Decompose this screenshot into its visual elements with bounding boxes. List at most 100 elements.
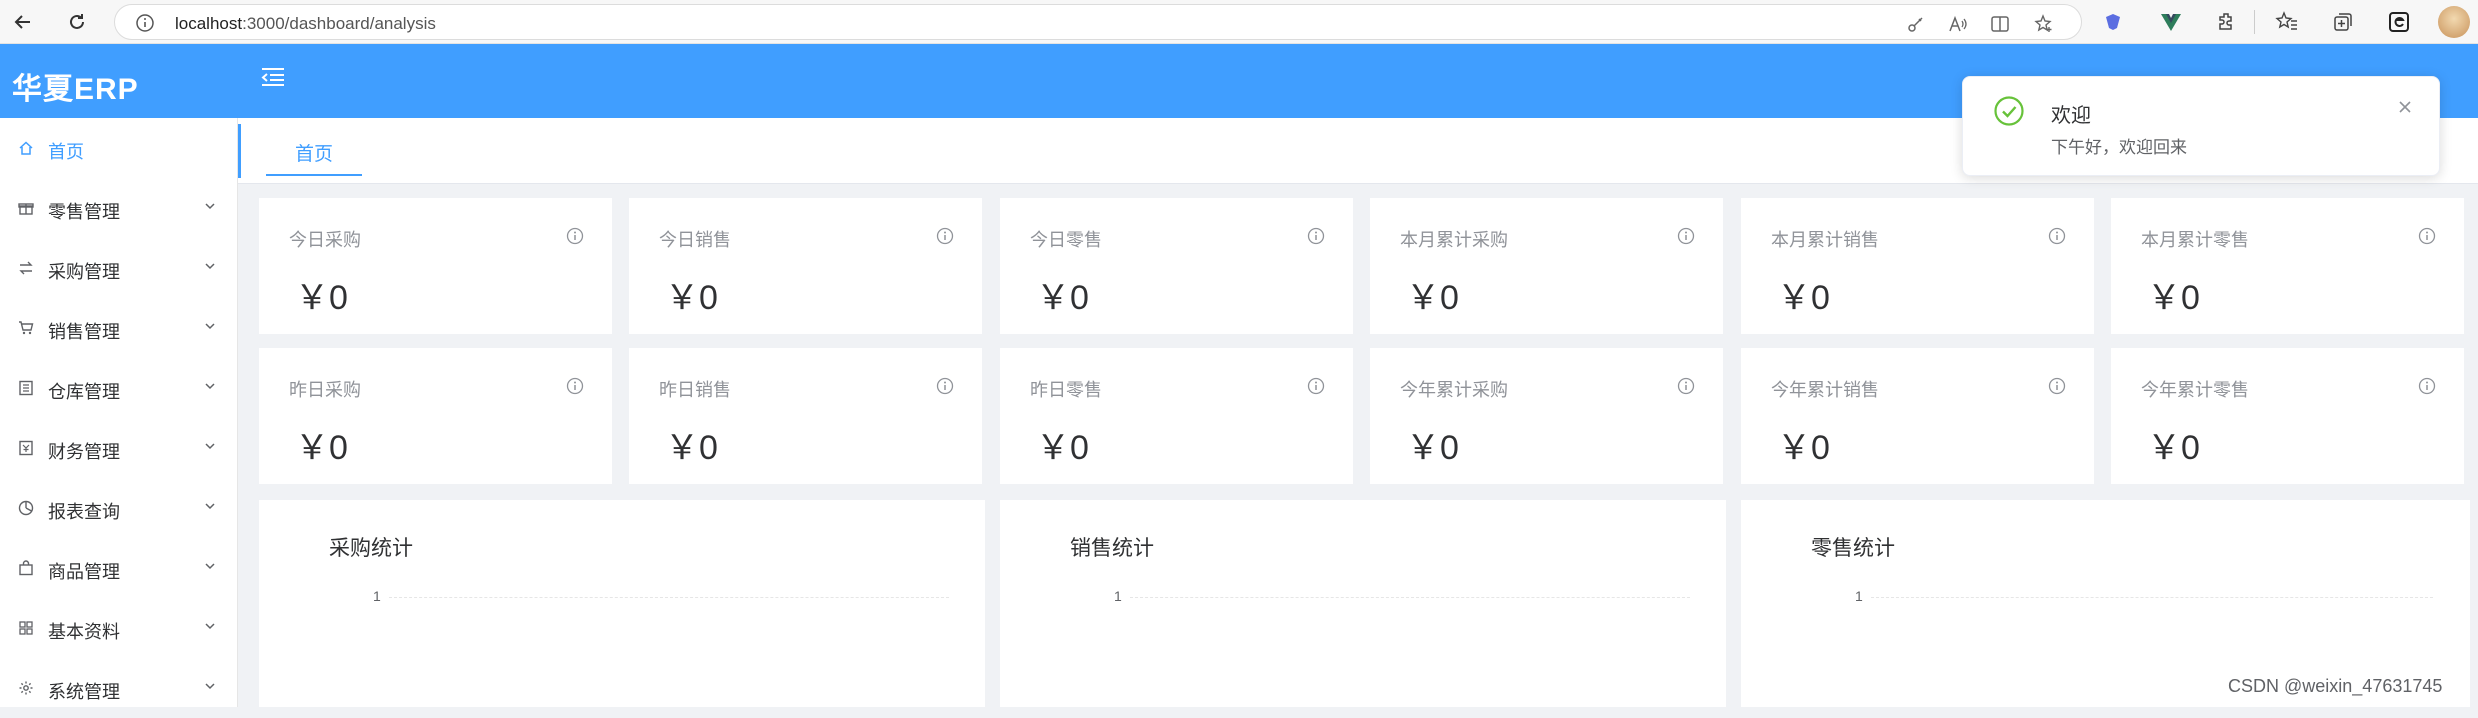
browser-toolbar: localhost:3000/dashboard/analysis <box>0 0 2478 44</box>
sidebar-item-purchase[interactable]: 采购管理 <box>0 238 238 298</box>
swap-icon <box>18 260 34 276</box>
reload-icon[interactable] <box>62 7 92 37</box>
favorites-icon[interactable] <box>2274 9 2300 35</box>
read-aloud-icon[interactable] <box>1947 13 1969 35</box>
edge-bar-icon[interactable] <box>2386 9 2412 35</box>
vue-devtools-icon[interactable] <box>2158 9 2184 35</box>
stat-title: 今日采购 <box>289 230 361 250</box>
grid-icon <box>18 620 34 636</box>
sidebar-item-basic-data[interactable]: 基本资料 <box>0 598 238 658</box>
sidebar-item-home[interactable]: 首页 <box>0 118 238 178</box>
menu-collapse-icon[interactable] <box>260 66 286 88</box>
info-icon[interactable] <box>2418 227 2436 245</box>
pie-chart-icon <box>18 500 34 516</box>
y-tick-label: 1 <box>1855 588 1863 604</box>
chevron-down-icon <box>204 682 216 690</box>
stat-card-year-purchase: 今年累计采购 ￥0 <box>1370 348 1723 484</box>
sidebar-item-finance[interactable]: 财务管理 <box>0 418 238 478</box>
info-icon[interactable] <box>1677 227 1695 245</box>
chart-gridline <box>1871 597 2433 598</box>
chevron-down-icon <box>204 262 216 270</box>
stat-title: 今年累计零售 <box>2141 380 2249 400</box>
chart-title: 销售统计 <box>1070 537 1154 560</box>
info-icon[interactable] <box>566 377 584 395</box>
info-icon[interactable] <box>2048 227 2066 245</box>
cart-icon <box>18 320 34 336</box>
sidebar-menu: 首页 零售管理 采购管理 销售管理 仓库管理 财务管理 报表查询 商品管理 基本… <box>0 118 238 707</box>
profile-avatar[interactable] <box>2438 6 2470 38</box>
chevron-down-icon <box>204 502 216 510</box>
sidebar-item-label: 仓库管理 <box>48 382 120 402</box>
stat-title: 本月累计零售 <box>2141 230 2249 250</box>
add-favorite-icon[interactable] <box>2033 13 2055 35</box>
sidebar-item-products[interactable]: 商品管理 <box>0 538 238 598</box>
warehouse-icon <box>18 380 34 396</box>
sidebar-item-label: 采购管理 <box>48 262 120 282</box>
collections-icon[interactable] <box>2330 9 2356 35</box>
sidebar-item-label: 首页 <box>48 142 84 162</box>
finance-icon <box>18 440 34 456</box>
key-icon[interactable] <box>1905 13 1927 35</box>
stat-value: ￥0 <box>2147 279 2200 317</box>
stat-card-year-retail: 今年累计零售 ￥0 <box>2111 348 2464 484</box>
sidebar-item-warehouse[interactable]: 仓库管理 <box>0 358 238 418</box>
close-icon[interactable] <box>2397 99 2413 115</box>
sidebar-item-label: 零售管理 <box>48 202 120 222</box>
stat-card-today-purchase: 今日采购 ￥0 <box>259 198 612 334</box>
chart-title: 采购统计 <box>329 537 413 560</box>
y-tick-label: 1 <box>373 588 381 604</box>
info-icon[interactable] <box>2418 377 2436 395</box>
stat-title: 昨日采购 <box>289 380 361 400</box>
bag-icon <box>18 560 34 576</box>
stat-card-yesterday-retail: 昨日零售 ￥0 <box>1000 348 1353 484</box>
stat-title: 昨日零售 <box>1030 380 1102 400</box>
notification-message: 下午好，欢迎回来 <box>2051 138 2187 157</box>
reader-view-icon[interactable] <box>1989 13 2011 35</box>
extension-blue-icon[interactable] <box>2100 9 2126 35</box>
info-icon[interactable] <box>1677 377 1695 395</box>
stat-card-today-sales: 今日销售 ￥0 <box>629 198 982 334</box>
sidebar-item-reports[interactable]: 报表查询 <box>0 478 238 538</box>
stat-value: ￥0 <box>1777 429 1830 467</box>
back-icon[interactable] <box>8 7 38 37</box>
stat-card-year-sales: 今年累计销售 ￥0 <box>1741 348 2094 484</box>
sidebar-item-sales[interactable]: 销售管理 <box>0 298 238 358</box>
stat-value: ￥0 <box>1777 279 1830 317</box>
sidebar-item-label: 基本资料 <box>48 622 120 642</box>
site-info-icon[interactable] <box>135 13 155 33</box>
info-icon[interactable] <box>1307 227 1325 245</box>
info-icon[interactable] <box>1307 377 1325 395</box>
stat-card-month-retail: 本月累计零售 ￥0 <box>2111 198 2464 334</box>
chevron-down-icon <box>204 202 216 210</box>
stat-value: ￥0 <box>665 279 718 317</box>
sidebar-item-label: 报表查询 <box>48 502 120 522</box>
info-icon[interactable] <box>566 227 584 245</box>
purchase-chart-card: 采购统计 1 <box>259 500 985 707</box>
gear-icon <box>18 680 34 696</box>
info-icon[interactable] <box>936 227 954 245</box>
info-icon[interactable] <box>2048 377 2066 395</box>
tab-home[interactable]: 首页 <box>266 136 362 176</box>
extensions-icon[interactable] <box>2214 9 2240 35</box>
address-bar[interactable]: localhost:3000/dashboard/analysis <box>114 4 2082 40</box>
toolbar-separator <box>2254 10 2255 34</box>
stat-card-month-purchase: 本月累计采购 ￥0 <box>1370 198 1723 334</box>
stat-value: ￥0 <box>1406 429 1459 467</box>
chevron-down-icon <box>204 442 216 450</box>
sidebar-item-system[interactable]: 系统管理 <box>0 658 238 718</box>
app-logo: 华夏ERP <box>12 73 139 106</box>
sidebar-item-label: 财务管理 <box>48 442 120 462</box>
url-text: localhost:3000/dashboard/analysis <box>175 14 436 33</box>
sidebar-item-retail[interactable]: 零售管理 <box>0 178 238 238</box>
chart-title: 零售统计 <box>1811 537 1895 560</box>
stat-title: 昨日销售 <box>659 380 731 400</box>
sidebar-item-label: 系统管理 <box>48 682 120 702</box>
chevron-down-icon <box>204 382 216 390</box>
chevron-down-icon <box>204 562 216 570</box>
stat-title: 本月累计销售 <box>1771 230 1879 250</box>
stat-title: 本月累计采购 <box>1400 230 1508 250</box>
sidebar-item-label: 商品管理 <box>48 562 120 582</box>
info-icon[interactable] <box>936 377 954 395</box>
stat-value: ￥0 <box>1036 279 1089 317</box>
chart-gridline <box>389 597 949 598</box>
